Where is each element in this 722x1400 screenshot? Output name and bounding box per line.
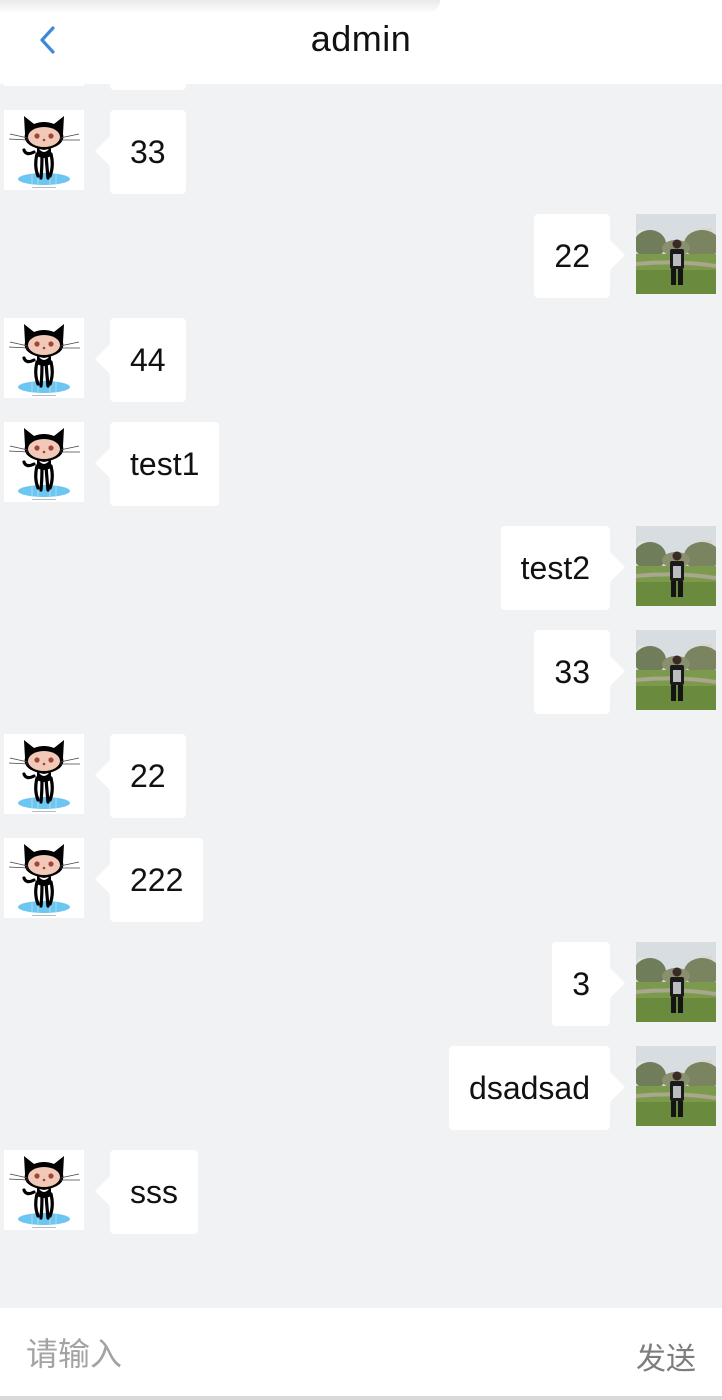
message-bubble[interactable]: dsadsad <box>449 1046 625 1130</box>
message-row: 222 <box>0 838 722 942</box>
chat-header: admin <box>0 0 722 84</box>
message-bubble[interactable]: 22 <box>110 84 186 90</box>
message-track: 22 33 <box>0 84 722 1254</box>
message-row: 33 <box>0 110 722 214</box>
message-bubble[interactable]: test2 <box>500 526 626 610</box>
message-row: test2 <box>0 526 722 630</box>
user-avatar[interactable] <box>636 1046 716 1126</box>
message-row: 44 <box>0 318 722 422</box>
octocat-avatar[interactable] <box>4 422 84 502</box>
octocat-avatar[interactable] <box>4 838 84 918</box>
message-row: 22 <box>0 214 722 318</box>
octocat-avatar[interactable] <box>4 318 84 398</box>
user-avatar[interactable] <box>636 214 716 294</box>
chat-app: admin 22 <box>0 0 722 1400</box>
message-bubble[interactable]: 33 <box>95 110 186 194</box>
message-bubble[interactable]: 3 <box>552 942 625 1026</box>
message-bubble[interactable]: 22 <box>534 214 625 298</box>
message-row: 3 <box>0 942 722 1046</box>
page-title: admin <box>310 18 412 59</box>
message-row: 22 <box>0 84 722 110</box>
octocat-avatar[interactable] <box>4 734 84 814</box>
user-avatar[interactable] <box>636 630 716 710</box>
message-bubble[interactable]: sss <box>95 1150 198 1234</box>
user-avatar[interactable] <box>636 942 716 1022</box>
message-row: dsadsad <box>0 1046 722 1150</box>
message-list[interactable]: 22 33 <box>0 84 722 1308</box>
octocat-avatar[interactable] <box>4 1150 84 1230</box>
message-row: 33 <box>0 630 722 734</box>
octocat-avatar[interactable] <box>4 84 84 86</box>
message-bubble[interactable]: 22 <box>95 734 186 818</box>
message-bubble[interactable]: 222 <box>94 838 204 922</box>
message-bubble[interactable]: 33 <box>534 630 625 714</box>
octocat-avatar[interactable] <box>4 110 84 190</box>
composer-bar: 发送 <box>0 1308 722 1400</box>
user-avatar[interactable] <box>636 526 716 606</box>
bottom-divider <box>0 1396 722 1400</box>
message-bubble[interactable]: 44 <box>95 318 186 402</box>
message-bubble[interactable]: test1 <box>94 422 220 506</box>
message-row: test1 <box>0 422 722 526</box>
send-button[interactable]: 发送 <box>636 1334 696 1378</box>
message-input[interactable] <box>26 1330 586 1378</box>
message-row: 22 <box>0 734 722 838</box>
header-shadow <box>0 0 440 14</box>
message-row: sss <box>0 1150 722 1254</box>
